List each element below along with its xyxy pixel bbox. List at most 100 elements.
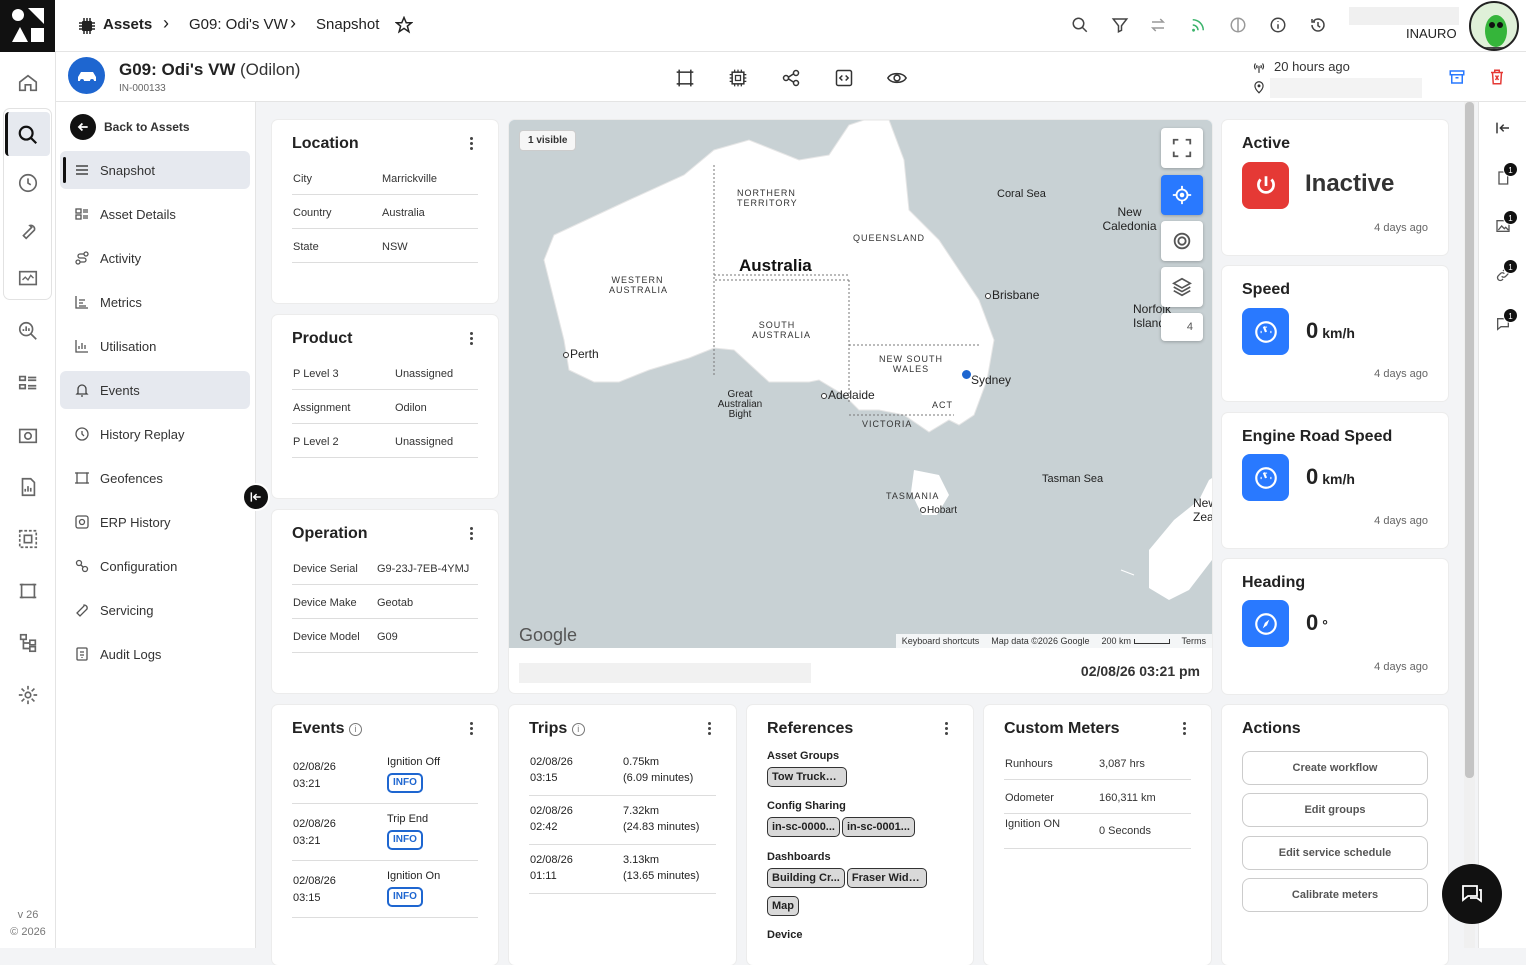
dashboard-chip[interactable]: Map: [767, 896, 799, 916]
star-icon[interactable]: [395, 16, 415, 36]
actions-title: Actions: [1242, 720, 1301, 737]
contrast-icon[interactable]: [1229, 16, 1249, 36]
user-name-placeholder: [1349, 7, 1459, 25]
search-icon[interactable]: [17, 124, 39, 146]
trip-row[interactable]: 02/08/26 02:42 7.32km (24.83 minutes): [529, 798, 716, 845]
locate-button[interactable]: [1161, 175, 1203, 215]
camera-icon[interactable]: [17, 424, 39, 446]
link-icon[interactable]: 1: [1495, 259, 1518, 283]
zoom-chart-icon[interactable]: [17, 320, 39, 342]
trip-row[interactable]: 02/08/26 01:11 3.13km (13.65 minutes): [529, 847, 716, 894]
asset-marker[interactable]: [960, 368, 973, 381]
nav-item-geofences[interactable]: Geofences: [60, 459, 250, 497]
create-workflow-button[interactable]: Create workflow: [1242, 751, 1428, 785]
dashboard-chip[interactable]: Building Cr...: [767, 868, 845, 888]
fullscreen-icon: [1172, 138, 1192, 158]
calibrate-meters-button[interactable]: Calibrate meters: [1242, 878, 1428, 912]
nav-item-history-replay[interactable]: History Replay: [60, 415, 250, 453]
event-row[interactable]: 02/08/26 03:21 Trip End INFO: [292, 806, 478, 861]
edit-groups-button[interactable]: Edit groups: [1242, 793, 1428, 827]
heading-title: Heading: [1242, 574, 1306, 591]
search-icon[interactable]: [1071, 16, 1091, 36]
image-icon[interactable]: 1: [1495, 210, 1518, 234]
filter-icon[interactable]: [1111, 16, 1131, 36]
avatar[interactable]: [1469, 1, 1519, 51]
app-logo[interactable]: [0, 0, 55, 52]
gear-icon[interactable]: [17, 684, 39, 706]
dashboard-chip[interactable]: Fraser Widg...: [846, 868, 927, 888]
event-row[interactable]: 02/08/26 03:15 Ignition On INFO: [292, 863, 478, 918]
swap-icon[interactable]: [1149, 16, 1169, 36]
info-icon[interactable]: [1269, 16, 1289, 36]
meter-row: Runhours 3,087 hrs: [1004, 746, 1191, 780]
more-vertical-icon[interactable]: [470, 527, 474, 541]
asset-group-chip[interactable]: Tow Trucks ...: [767, 767, 847, 787]
nav-label: Servicing: [100, 602, 154, 618]
nav-item-erp-history[interactable]: ERP History: [60, 503, 250, 541]
nav-item-snapshot[interactable]: Snapshot: [60, 151, 250, 189]
google-logo: Google: [519, 625, 578, 645]
report-icon[interactable]: [17, 476, 39, 498]
more-vertical-icon[interactable]: [470, 137, 474, 151]
nav-item-asset-details[interactable]: Asset Details: [60, 195, 250, 233]
comment-icon[interactable]: 1: [1495, 308, 1518, 332]
document-icon[interactable]: 1: [1495, 162, 1518, 186]
more-vertical-icon[interactable]: [945, 722, 949, 736]
eye-icon[interactable]: [886, 68, 908, 88]
more-vertical-icon[interactable]: [708, 722, 712, 736]
terms-link[interactable]: Terms: [1182, 636, 1207, 646]
frame-icon[interactable]: [675, 68, 695, 88]
home-icon[interactable]: [17, 72, 39, 94]
notification-badge: 1: [1503, 308, 1518, 323]
collapse-right-icon[interactable]: [1494, 120, 1512, 136]
keyboard-shortcuts-link[interactable]: Keyboard shortcuts: [902, 636, 980, 646]
clock-icon[interactable]: [17, 172, 39, 194]
feed-icon[interactable]: [1189, 16, 1209, 36]
fullscreen-button[interactable]: [1161, 128, 1203, 168]
nav-item-servicing[interactable]: Servicing: [60, 591, 250, 629]
monitor-chart-icon[interactable]: [17, 268, 39, 290]
select-box-icon[interactable]: [17, 528, 39, 550]
dashboards-label: Dashboards: [767, 851, 831, 863]
scrollbar-thumb[interactable]: [1465, 102, 1474, 778]
more-vertical-icon[interactable]: [470, 332, 474, 346]
kv-row: Device Make Geotab: [292, 585, 478, 619]
edit-service-schedule-button[interactable]: Edit service schedule: [1242, 836, 1428, 870]
collapse-nav-button[interactable]: [242, 483, 270, 511]
map-sea-label: Coral Sea: [997, 188, 1046, 200]
nav-item-audit-logs[interactable]: Audit Logs: [60, 635, 250, 673]
layers-button[interactable]: [1161, 267, 1203, 307]
breadcrumb-asset[interactable]: G09: Odi's VW: [189, 16, 288, 33]
more-vertical-icon[interactable]: [1183, 722, 1187, 736]
history-icon[interactable]: [1309, 16, 1329, 36]
wrench-icon[interactable]: [17, 220, 39, 242]
target-button[interactable]: [1161, 221, 1203, 261]
nav-item-activity[interactable]: Activity: [60, 239, 250, 277]
more-vertical-icon[interactable]: [470, 722, 474, 736]
back-to-assets-button[interactable]: Back to Assets: [70, 114, 190, 140]
kv-value: Geotab: [377, 597, 414, 609]
map-city-label: Brisbane: [985, 288, 1039, 302]
trip-row[interactable]: 02/08/26 03:15 0.75km (6.09 minutes): [529, 749, 716, 796]
list-grid-icon[interactable]: [17, 372, 39, 394]
geofence-icon[interactable]: [17, 580, 39, 602]
code-icon[interactable]: [834, 68, 854, 88]
nav-item-configuration[interactable]: Configuration: [60, 547, 250, 585]
device-chip-icon[interactable]: [728, 68, 748, 88]
config-chip[interactable]: in-sc-0001...: [841, 817, 915, 837]
kv-key: Ignition ON: [1005, 818, 1061, 830]
map-view[interactable]: 1 visible Australia NORTHERN TERRITORY Q…: [509, 120, 1212, 648]
scrollbar[interactable]: [1464, 102, 1475, 948]
delete-icon[interactable]: [1488, 68, 1506, 86]
archive-icon[interactable]: [1448, 68, 1466, 86]
hierarchy-icon[interactable]: [17, 632, 39, 654]
breadcrumb-assets[interactable]: Assets: [103, 16, 152, 33]
info-badge: INFO: [387, 773, 423, 793]
nav-item-events[interactable]: Events: [60, 371, 250, 409]
chat-button[interactable]: [1442, 864, 1502, 924]
share-icon[interactable]: [781, 68, 801, 88]
event-row[interactable]: 02/08/26 03:21 Ignition Off INFO: [292, 749, 478, 804]
config-chip[interactable]: in-sc-0000...: [767, 817, 840, 837]
nav-item-utilisation[interactable]: Utilisation: [60, 327, 250, 365]
nav-item-metrics[interactable]: Metrics: [60, 283, 250, 321]
